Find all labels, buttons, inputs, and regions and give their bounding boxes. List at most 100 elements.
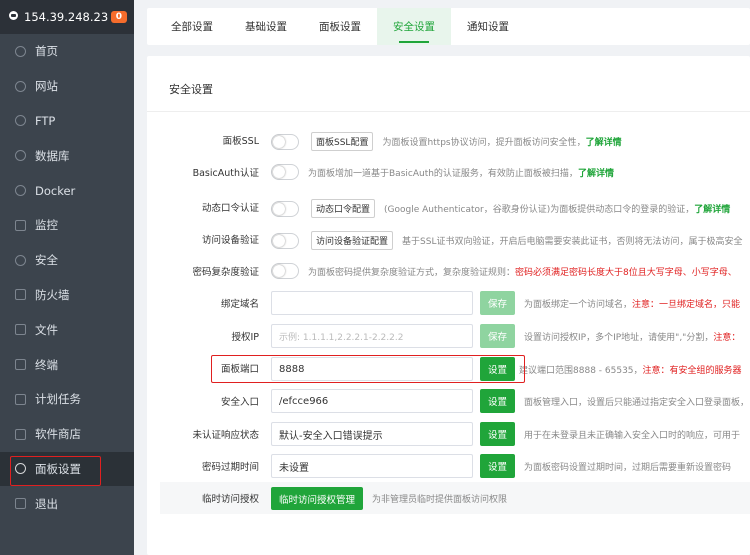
pwd-expire-controls: 未设置 设置 为面板密码设置过期时间，过期后需要重新设置密码 <box>271 454 731 478</box>
unauth-controls: 默认-安全入口错误提示 设置 用于在未登录且未正确输入安全入口时的响应，可用于 <box>271 422 740 446</box>
divider <box>147 111 750 112</box>
pwd-complex-description: 为面板密码提供复杂度验证方式，复杂度验证规则：密码必须满足密码长度大于8位且大写… <box>308 265 737 278</box>
security-entry-set-button[interactable]: 设置 <box>480 389 516 413</box>
password-complexity-toggle[interactable] <box>271 263 299 279</box>
pwd-expire-description: 为面板密码设置过期时间，过期后需要重新设置密码 <box>524 462 732 473</box>
otp-config-button[interactable]: 动态口令配置 <box>311 199 376 218</box>
basicauth-toggle[interactable] <box>271 164 299 180</box>
device-verify-toggle[interactable] <box>271 232 299 249</box>
ssl-controls: 面板SSL配置 为面板设置https协议访问，提升面板访问安全性，了解详情 <box>271 132 622 151</box>
pwd-complex-warning: 密码必须满足密码长度大于8位且大写字母、小写字母、 <box>515 267 737 278</box>
tab-basic-settings[interactable]: 基础设置 <box>229 8 303 45</box>
otp-controls: 动态口令配置 (Google Authenticator，谷歌身份认证)为面板提… <box>271 199 730 218</box>
server-icon <box>8 11 19 23</box>
tab-notification-settings[interactable]: 通知设置 <box>451 8 525 45</box>
row-label: 面板SSL <box>222 136 259 147</box>
docker-icon <box>15 185 26 197</box>
sidebar-item-label: 监控 <box>35 218 58 233</box>
device-verify-config-button[interactable]: 访问设备验证配置 <box>311 231 394 250</box>
ssl-config-button[interactable]: 面板SSL配置 <box>311 132 374 151</box>
highlight-box-sidebar <box>10 456 101 486</box>
ftp-icon <box>15 115 26 127</box>
row-label: 动态口令认证 <box>201 203 259 214</box>
sidebar-item-database[interactable]: 数据库 <box>0 138 134 173</box>
sidebar-item-label: 计划任务 <box>35 392 81 407</box>
sidebar-item-label: 防火墙 <box>35 287 70 302</box>
sidebar-item-label: 网站 <box>35 79 58 94</box>
sidebar-item-terminal[interactable]: 终端 <box>0 347 134 382</box>
terminal-icon <box>15 359 26 371</box>
sidebar-item-docker[interactable]: Docker <box>0 173 134 208</box>
row-label: 密码复杂度验证 <box>192 267 259 278</box>
sidebar-item-label: 终端 <box>35 357 58 372</box>
row-label: 访问设备验证 <box>201 235 259 246</box>
globe-icon <box>15 80 26 92</box>
sidebar-item-cron[interactable]: 计划任务 <box>0 382 134 417</box>
auth-ip-save-button[interactable]: 保存 <box>480 324 516 348</box>
entry-controls: /efcce966 设置 面板管理入口，设置后只能通过指定安全入口登录面板， <box>271 389 749 413</box>
folder-icon <box>15 324 26 336</box>
basicauth-controls: 为面板增加一道基于BasicAuth的认证服务，有效防止面板被扫描，了解详情 <box>271 164 614 180</box>
monitor-icon <box>15 219 26 231</box>
sidebar-item-firewall[interactable]: 防火墙 <box>0 278 134 313</box>
password-expire-input[interactable]: 未设置 <box>271 454 473 478</box>
sidebar-item-label: 软件商店 <box>35 427 81 442</box>
sidebar-item-store[interactable]: 软件商店 <box>0 417 134 452</box>
domain-description: 为面板绑定一个访问域名，注意：一旦绑定域名，只能 <box>524 297 740 310</box>
row-label: 临时访问授权 <box>201 494 259 505</box>
otp-description: (Google Authenticator，谷歌身份认证)为面板提供动态口令的登… <box>384 202 730 215</box>
ssl-toggle[interactable] <box>271 133 299 150</box>
domain-warning: 注意：一旦绑定域名，只能 <box>632 299 741 310</box>
sidebar-item-logout[interactable]: 退出 <box>0 486 134 521</box>
unauth-response-select[interactable]: 默认-安全入口错误提示 <box>271 422 473 446</box>
device-description: 基于SSL证书双向验证，开启后电脑需要安装此证书，否则将无法访问，属于极高安全 <box>402 237 743 247</box>
firewall-icon <box>15 289 26 301</box>
row-label: 绑定域名 <box>220 299 259 310</box>
highlight-box-port <box>211 355 525 383</box>
sidebar-item-monitor[interactable]: 监控 <box>0 208 134 243</box>
ssl-learn-more-link[interactable]: 了解详情 <box>586 138 622 148</box>
port-warning: 注意：有安全组的服务器 <box>642 365 742 376</box>
sidebar-item-label: FTP <box>35 113 56 128</box>
security-entry-input[interactable]: /efcce966 <box>271 389 473 413</box>
domain-save-button[interactable]: 保存 <box>480 291 516 315</box>
sidebar-item-ftp[interactable]: FTP <box>0 104 134 139</box>
server-ip: 154.39.248.23 <box>24 10 109 24</box>
otp-learn-more-link[interactable]: 了解详情 <box>694 205 730 215</box>
basicauth-learn-more-link[interactable]: 了解详情 <box>578 169 614 179</box>
tab-security-settings[interactable]: 安全设置 <box>377 8 451 45</box>
entry-description: 面板管理入口，设置后只能通过指定安全入口登录面板， <box>524 397 750 408</box>
row-label: 未认证响应状态 <box>192 430 259 441</box>
sidebar-nav: 首页 网站 FTP 数据库 Docker 监控 安全 防火墙 文件 终端 计划任… <box>0 34 134 521</box>
server-header[interactable]: 154.39.248.23 0 <box>0 0 134 34</box>
port-desc-text: 建议端口范围8888 - 65535， <box>519 365 643 376</box>
password-expire-set-button[interactable]: 设置 <box>480 454 516 478</box>
temp-auth-manage-button[interactable]: 临时访问授权管理 <box>271 487 364 510</box>
tab-all-settings[interactable]: 全部设置 <box>155 8 229 45</box>
temp-auth-description: 为非管理员临时提供面板访问权限 <box>372 495 508 505</box>
row-label: 密码过期时间 <box>201 462 259 473</box>
otp-toggle[interactable] <box>271 200 299 217</box>
ssl-description: 为面板设置https协议访问，提升面板访问安全性，了解详情 <box>382 135 621 148</box>
otp-desc-text: (Google Authenticator，谷歌身份认证)为面板提供动态口令的登… <box>384 205 695 215</box>
bind-domain-input[interactable] <box>271 291 473 315</box>
home-icon <box>15 45 26 57</box>
basicauth-description: 为面板增加一道基于BasicAuth的认证服务，有效防止面板被扫描，了解详情 <box>308 166 614 179</box>
sidebar-item-security[interactable]: 安全 <box>0 243 134 278</box>
sidebar-item-label: 文件 <box>35 322 58 337</box>
database-icon <box>15 150 26 162</box>
auth-ip-input[interactable]: 示例: 1.1.1.1,2.2.2.1-2.2.2.2 <box>271 324 473 348</box>
calendar-icon <box>15 393 26 405</box>
unauth-response-set-button[interactable]: 设置 <box>480 422 516 446</box>
pwd-complex-desc-text: 为面板密码提供复杂度验证方式，复杂度验证规则： <box>308 267 516 278</box>
sidebar-item-website[interactable]: 网站 <box>0 69 134 104</box>
sidebar-item-home[interactable]: 首页 <box>0 34 134 69</box>
sidebar-item-files[interactable]: 文件 <box>0 312 134 347</box>
notification-badge[interactable]: 0 <box>110 11 127 23</box>
shield-check-icon <box>15 254 26 266</box>
auth-ip-controls: 示例: 1.1.1.1,2.2.2.1-2.2.2.2 保存 设置访问授权IP，… <box>271 324 740 348</box>
sidebar-item-label: Docker <box>35 183 76 198</box>
tab-panel-settings[interactable]: 面板设置 <box>303 8 377 45</box>
sidebar-item-label: 数据库 <box>35 148 70 163</box>
settings-tabs: 全部设置 基础设置 面板设置 安全设置 通知设置 <box>147 8 750 45</box>
